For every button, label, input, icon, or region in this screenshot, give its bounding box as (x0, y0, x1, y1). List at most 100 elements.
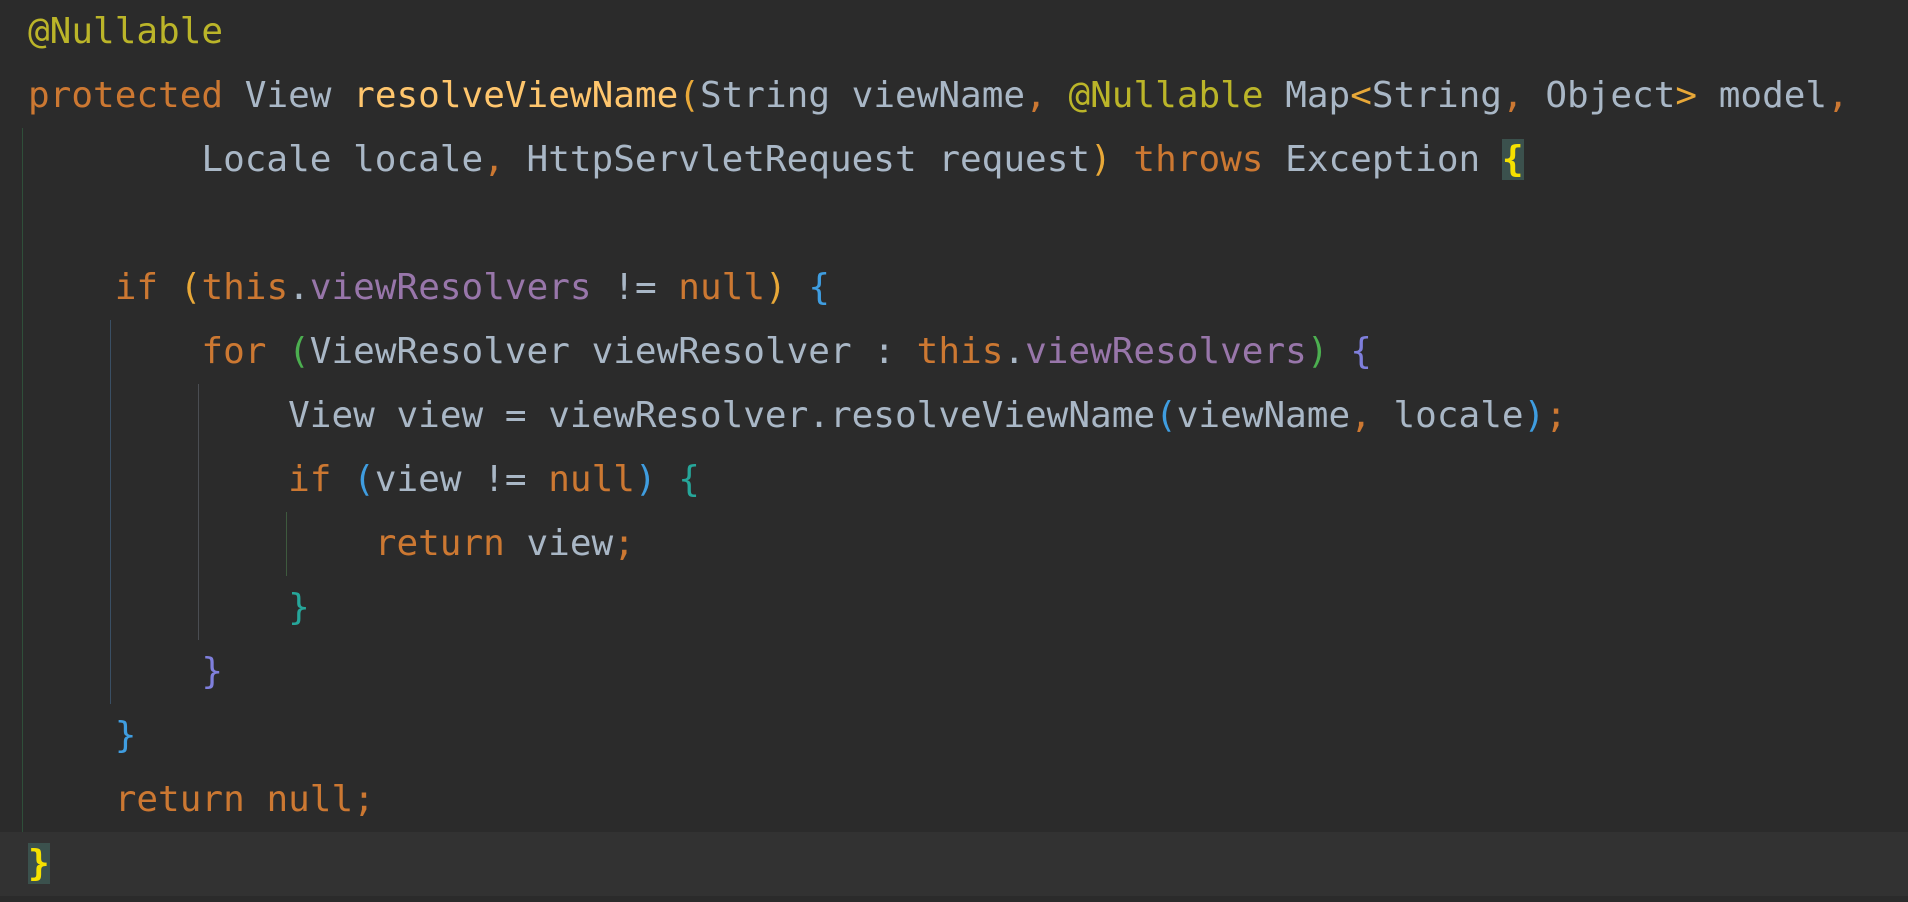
code-token: view = viewResolver.resolveViewName (374, 395, 1156, 436)
code-token: > (1675, 75, 1698, 116)
code-token: ) (634, 459, 657, 500)
code-token: viewResolvers (309, 267, 592, 308)
code-token: , (1025, 75, 1047, 116)
code-token: { (1501, 139, 1524, 180)
code-token: for (201, 331, 267, 372)
code-editor[interactable]: @Nullable protected View resolveViewName(… (0, 0, 1908, 902)
code-line[interactable]: return null; (28, 768, 375, 832)
code-token: String (1371, 75, 1502, 116)
code-token: View (288, 395, 375, 436)
code-token: Exception (1263, 139, 1481, 180)
code-token: . (1003, 331, 1026, 372)
code-token: , (483, 139, 505, 180)
code-token: ) (1306, 331, 1329, 372)
code-token: View (244, 75, 332, 116)
code-token: ( (288, 331, 310, 372)
code-token: { (678, 459, 700, 500)
code-token: ViewResolver (309, 331, 570, 372)
code-line[interactable]: View view = viewResolver.resolveViewName… (28, 384, 1567, 448)
code-token: } (201, 651, 224, 692)
code-token: if (288, 459, 332, 500)
code-token: Object (1523, 75, 1676, 116)
code-token: < (1350, 75, 1372, 116)
code-token: ) (1090, 139, 1112, 180)
code-token: locale (1371, 395, 1524, 436)
code-line[interactable]: } (0, 832, 1908, 896)
code-line[interactable]: } (28, 576, 310, 640)
code-token: != (591, 267, 679, 308)
code-token: HttpServletRequest (504, 139, 917, 180)
code-token: ( (678, 75, 700, 116)
code-token: ( (179, 267, 202, 308)
code-token: ) (765, 267, 787, 308)
code-token: , (1827, 75, 1849, 116)
code-token: ; (1545, 395, 1567, 436)
code-line[interactable]: @Nullable (28, 0, 223, 64)
code-token: view (504, 523, 614, 564)
code-token: } (288, 587, 310, 628)
code-token: viewResolvers (1025, 331, 1307, 372)
code-token: ; (613, 523, 635, 564)
code-token: return (374, 523, 505, 564)
code-token: } (114, 715, 137, 756)
code-token: } (28, 843, 50, 884)
code-token: protected (28, 75, 224, 116)
code-token: model (1697, 75, 1828, 116)
code-token: { (808, 267, 831, 308)
code-line[interactable]: if (this.viewResolvers != null) { (28, 256, 830, 320)
code-token: if (114, 267, 159, 308)
code-token: , (1501, 75, 1524, 116)
code-token: ( (1155, 395, 1177, 436)
code-token: { (1350, 331, 1372, 372)
code-token: viewName (1176, 395, 1351, 436)
code-token: resolveViewName (353, 75, 679, 116)
code-token: , (1350, 395, 1372, 436)
code-line[interactable]: protected View resolveViewName( String vi… (28, 64, 1849, 128)
code-token: null (548, 459, 635, 500)
code-token: viewResolver : (569, 331, 917, 372)
code-line[interactable]: return view; (28, 512, 635, 576)
code-token: . (288, 267, 310, 308)
code-token: null (678, 267, 765, 308)
code-token: @Nullable (28, 11, 224, 52)
code-token: Map (1263, 75, 1351, 116)
code-token: ; (353, 779, 375, 820)
code-line[interactable]: Locale locale, HttpServletRequest reques… (28, 128, 1524, 192)
code-line[interactable]: if (view != null) { (28, 448, 700, 512)
code-line[interactable]: for (ViewResolver viewResolver : this.vi… (28, 320, 1372, 384)
indent-guide-method (22, 128, 23, 832)
code-token: throws (1133, 139, 1264, 180)
code-line[interactable]: } (28, 704, 137, 768)
code-token: viewName (830, 75, 1026, 116)
code-token: ( (353, 459, 375, 500)
code-line[interactable]: } (28, 640, 223, 704)
code-token: ) (1523, 395, 1546, 436)
code-token: locale (331, 139, 484, 180)
code-token: @Nullable (1068, 75, 1264, 116)
code-token: Locale (201, 139, 332, 180)
code-token: return (114, 779, 245, 820)
code-token: null (266, 779, 354, 820)
code-token: view != (374, 459, 549, 500)
code-token: this (201, 267, 289, 308)
